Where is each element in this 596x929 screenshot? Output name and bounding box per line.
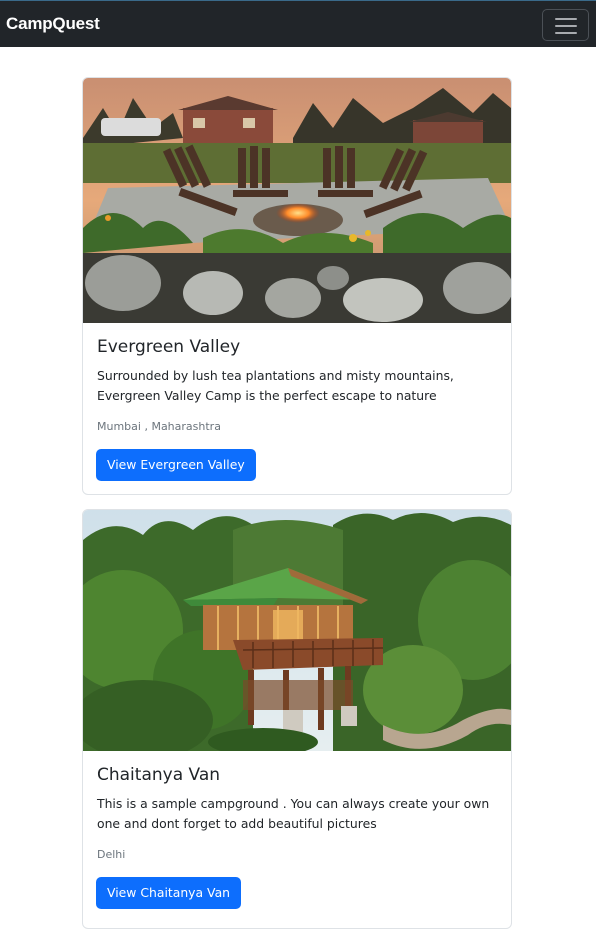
view-campground-button[interactable]: View Chaitanya Van <box>96 877 242 909</box>
campground-description: This is a sample campground . You can al… <box>97 796 490 831</box>
campground-image <box>83 78 511 323</box>
campground-title: Chaitanya Van <box>97 765 221 785</box>
campground-image <box>83 510 511 751</box>
campground-title: Evergreen Valley <box>97 337 241 357</box>
campground-card: Chaitanya Van This is a sample campgroun… <box>82 509 512 929</box>
navbar: CampQuest <box>0 0 596 47</box>
campground-card: Evergreen Valley Surrounded by lush tea … <box>82 77 512 495</box>
campground-location: Mumbai , Maharashtra <box>97 420 221 433</box>
campground-location: Delhi <box>97 848 126 861</box>
view-campground-button[interactable]: View Evergreen Valley <box>96 449 256 481</box>
campground-description: Surrounded by lush tea plantations and m… <box>97 368 454 403</box>
brand-logo[interactable]: CampQuest <box>6 14 100 34</box>
menu-toggle-button[interactable] <box>542 9 589 41</box>
